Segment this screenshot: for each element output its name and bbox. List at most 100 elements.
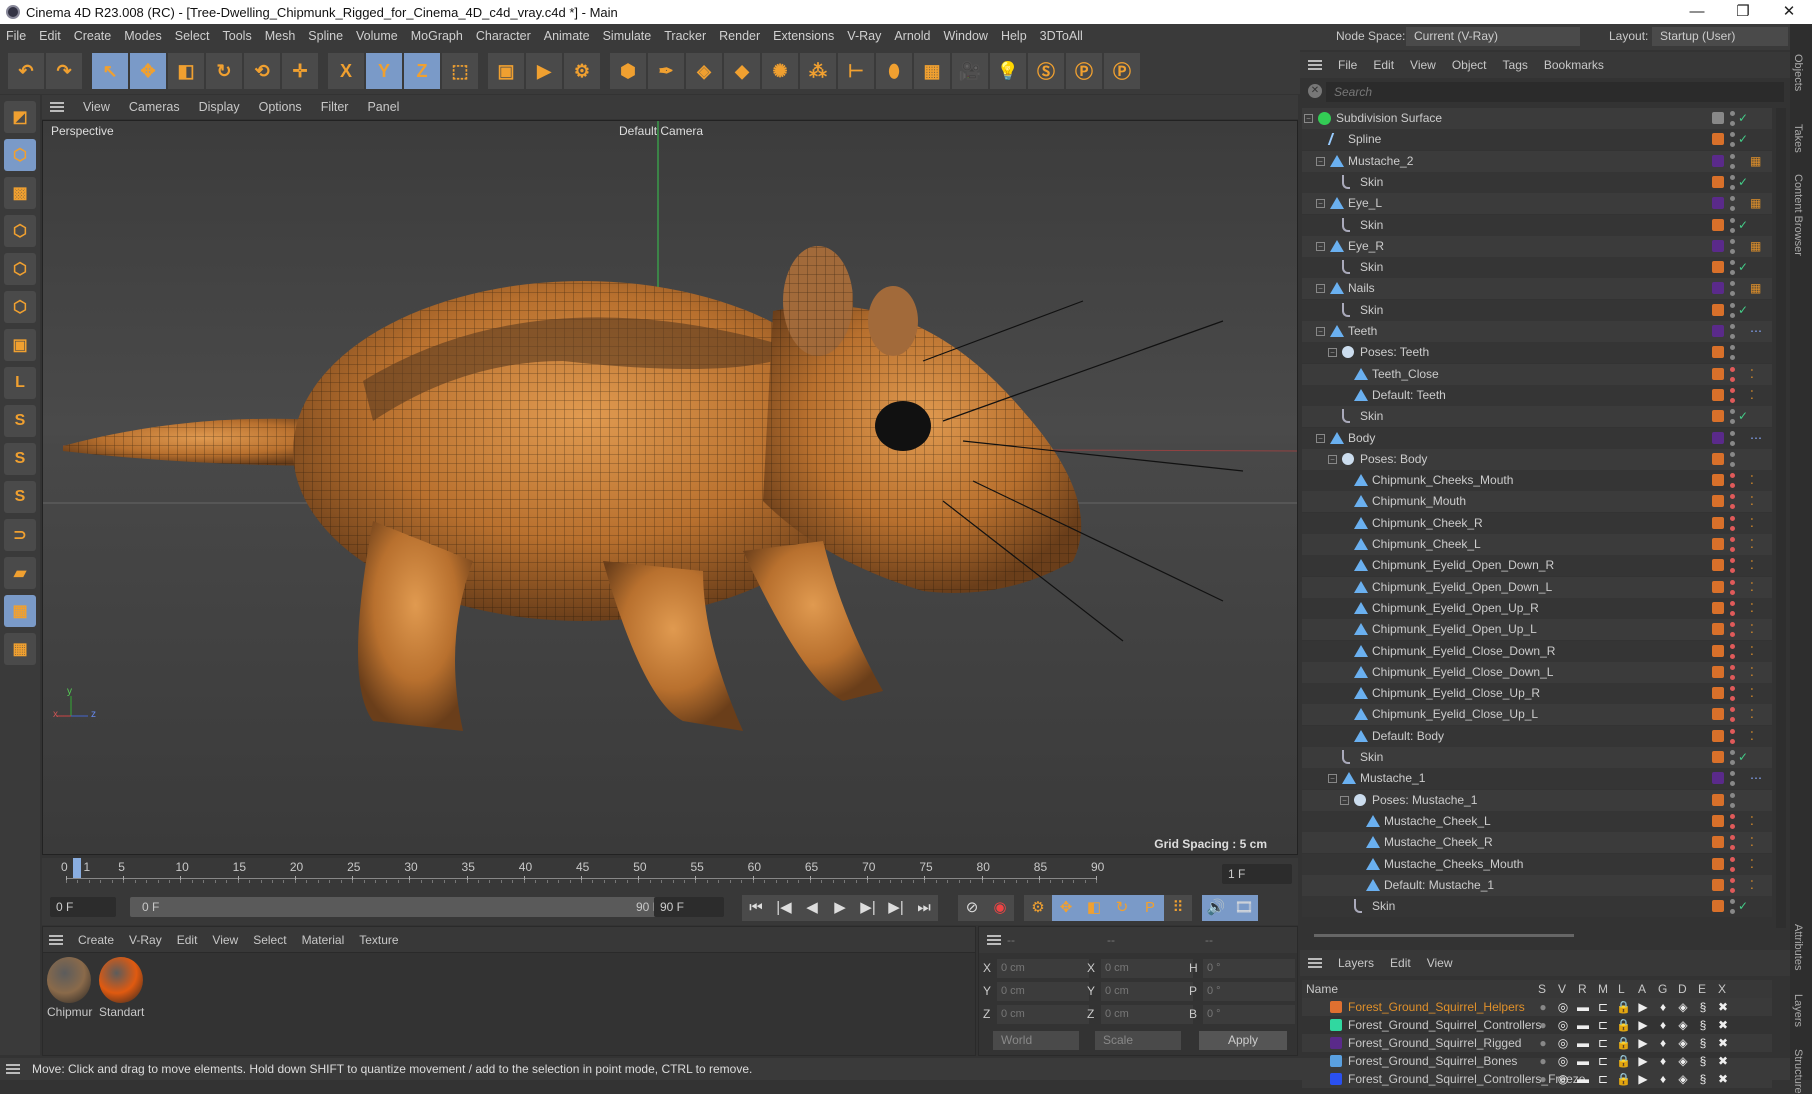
- layer-color-tag[interactable]: [1712, 410, 1724, 423]
- current-frame-field[interactable]: 1 F: [1222, 864, 1292, 884]
- layer-menu-edit[interactable]: Edit: [1390, 956, 1411, 970]
- key-pla-button[interactable]: ⠿: [1164, 895, 1192, 921]
- visibility-dots[interactable]: [1730, 345, 1735, 361]
- rotation-h-field[interactable]: 0 °: [1203, 959, 1295, 978]
- layer-color-tag[interactable]: [1712, 751, 1724, 763]
- layer-color-tag[interactable]: [1712, 218, 1724, 231]
- layer-color-tag[interactable]: [1712, 580, 1724, 593]
- visibility-dots[interactable]: [1730, 750, 1735, 765]
- position-z-field[interactable]: 0 cm: [997, 1005, 1089, 1024]
- visibility-dots[interactable]: [1730, 302, 1735, 318]
- layer-color-tag[interactable]: [1712, 687, 1724, 700]
- tree-item-mustache-1[interactable]: − Mustache_1 ⋯: [1302, 768, 1772, 790]
- layer-m-toggle-icon[interactable]: ⊏: [1596, 1072, 1610, 1086]
- material-standart[interactable]: Standart: [99, 957, 144, 1019]
- cube-button[interactable]: ⬢: [610, 53, 646, 89]
- layer-g-toggle-icon[interactable]: ♦: [1656, 1072, 1670, 1086]
- layer-color-tag[interactable]: [1712, 282, 1724, 295]
- subdivision-button[interactable]: ◈: [686, 53, 722, 89]
- render-settings-button[interactable]: ⚙: [564, 53, 600, 89]
- position-x-field[interactable]: 0 cm: [997, 959, 1089, 978]
- visibility-dots[interactable]: [1730, 835, 1735, 851]
- collapse-toggle[interactable]: −: [1340, 795, 1349, 805]
- layer-color-tag[interactable]: [1712, 814, 1724, 827]
- menu-file[interactable]: File: [6, 29, 26, 43]
- morph-tag-icon[interactable]: ⁚: [1750, 622, 1766, 636]
- visibility-dots[interactable]: [1730, 899, 1735, 915]
- object-search-input[interactable]: Search: [1326, 82, 1784, 102]
- rotation-b-field[interactable]: 0 °: [1203, 1005, 1295, 1024]
- layer-a-toggle-icon[interactable]: ▶: [1636, 1036, 1650, 1050]
- viewport[interactable]: Perspective Default Camera Grid Spacing …: [42, 120, 1298, 855]
- morph-tag-icon[interactable]: ⁚: [1750, 537, 1766, 551]
- visibility-dots[interactable]: [1730, 366, 1735, 382]
- layer-column-m[interactable]: M: [1598, 980, 1608, 998]
- side-tab-layers[interactable]: Layers: [1792, 994, 1804, 1027]
- object-menu-tags[interactable]: Tags: [1503, 58, 1528, 72]
- layer-color-tag[interactable]: [1712, 878, 1724, 891]
- tree-item-mustache-cheek-l[interactable]: Mustache_Cheek_L ⁚: [1302, 810, 1772, 832]
- tree-item-mustache-cheeks-mouth[interactable]: Mustache_Cheeks_Mouth ⁚: [1302, 853, 1772, 875]
- layer-color-tag[interactable]: [1712, 772, 1724, 785]
- layer-color-tag[interactable]: [1712, 367, 1724, 380]
- auto-key-button[interactable]: ◉: [986, 895, 1014, 921]
- layer-m-toggle-icon[interactable]: ⊏: [1596, 1018, 1610, 1032]
- menu-tracker[interactable]: Tracker: [664, 29, 706, 43]
- layer-row-forest-ground-squirrel-helpers[interactable]: Forest_Ground_Squirrel_Helpers ● ◎ ▬ ⊏ 🔒 ▶ ♦ ◈ § ✖: [1302, 998, 1772, 1016]
- visibility-dots[interactable]: [1730, 196, 1735, 212]
- enabled-check-icon[interactable]: ✓: [1738, 215, 1748, 236]
- render-picture-button[interactable]: ▶: [526, 53, 562, 89]
- tree-item-chipmunk-eyelid-open-up-r[interactable]: Chipmunk_Eyelid_Open_Up_R ⁚: [1302, 597, 1772, 619]
- snap-2-button[interactable]: S: [4, 443, 36, 475]
- layer-color-swatch[interactable]: [1330, 1055, 1342, 1067]
- layer-color-tag[interactable]: [1712, 623, 1724, 636]
- morph-tag-icon[interactable]: ⁚: [1750, 388, 1766, 402]
- start-frame-field[interactable]: 0 F: [50, 897, 116, 917]
- make-editable-button[interactable]: ◩: [4, 101, 36, 133]
- tree-item-mustache-cheek-r[interactable]: Mustache_Cheek_R ⁚: [1302, 832, 1772, 854]
- menu-create[interactable]: Create: [74, 29, 112, 43]
- tree-item-default-body[interactable]: Default: Body ⁚: [1302, 725, 1772, 747]
- tree-item-chipmunk-mouth[interactable]: Chipmunk_Mouth ⁚: [1302, 491, 1772, 513]
- visibility-dots[interactable]: [1730, 451, 1735, 467]
- object-menu-bookmarks[interactable]: Bookmarks: [1544, 58, 1604, 72]
- collapse-toggle[interactable]: −: [1316, 433, 1325, 443]
- collapse-toggle[interactable]: −: [1304, 114, 1313, 123]
- layer-m-toggle-icon[interactable]: ⊏: [1596, 1000, 1610, 1014]
- material-menu-edit[interactable]: Edit: [177, 933, 198, 947]
- menu-mograph[interactable]: MoGraph: [411, 29, 463, 43]
- floor-button[interactable]: ▦: [914, 53, 950, 89]
- viewport-menu-cameras[interactable]: Cameras: [129, 100, 180, 114]
- position-y-field[interactable]: 0 cm: [997, 982, 1089, 1001]
- menu-edit[interactable]: Edit: [39, 29, 61, 43]
- layer-column-e[interactable]: E: [1698, 980, 1706, 998]
- menu-extensions[interactable]: Extensions: [773, 29, 834, 43]
- layer-d-toggle-icon[interactable]: ◈: [1676, 1036, 1690, 1050]
- collapse-toggle[interactable]: −: [1328, 454, 1337, 464]
- layer-column-v[interactable]: V: [1558, 980, 1566, 998]
- y-axis-button[interactable]: Y: [366, 53, 402, 89]
- visibility-dots[interactable]: [1730, 387, 1735, 403]
- morph-tag-icon[interactable]: ⁚: [1750, 516, 1766, 530]
- layer-color-tag[interactable]: [1712, 495, 1724, 508]
- layer-e-toggle-icon[interactable]: §: [1696, 1000, 1710, 1014]
- layer-menu-layers[interactable]: Layers: [1338, 956, 1374, 970]
- layer-column-x[interactable]: X: [1718, 980, 1726, 998]
- layer-color-tag[interactable]: [1712, 793, 1724, 806]
- key-position-button[interactable]: ✥: [1052, 895, 1080, 921]
- menu-window[interactable]: Window: [943, 29, 987, 43]
- layer-color-tag[interactable]: [1712, 538, 1724, 550]
- layer-v-toggle-icon[interactable]: ◎: [1556, 1054, 1570, 1068]
- visibility-dots[interactable]: [1730, 813, 1735, 829]
- layer-color-tag[interactable]: [1712, 601, 1724, 614]
- layer-e-toggle-icon[interactable]: §: [1696, 1072, 1710, 1086]
- tree-item-chipmunk-eyelid-close-up-l[interactable]: Chipmunk_Eyelid_Close_Up_L ⁚: [1302, 704, 1772, 726]
- field-button[interactable]: ⬮: [876, 53, 912, 89]
- weights-tag-icon[interactable]: ⋯: [1750, 324, 1766, 338]
- visibility-dots[interactable]: [1730, 260, 1735, 276]
- visibility-dots[interactable]: [1730, 430, 1735, 446]
- collapse-toggle[interactable]: −: [1316, 156, 1325, 166]
- tree-item-chipmunk-eyelid-open-down-r[interactable]: Chipmunk_Eyelid_Open_Down_R ⁚: [1302, 555, 1772, 577]
- status-menu-icon[interactable]: [6, 1064, 20, 1074]
- layer-row-forest-ground-squirrel-controllers-freeze[interactable]: Forest_Ground_Squirrel_Controllers_Freez…: [1302, 1070, 1772, 1088]
